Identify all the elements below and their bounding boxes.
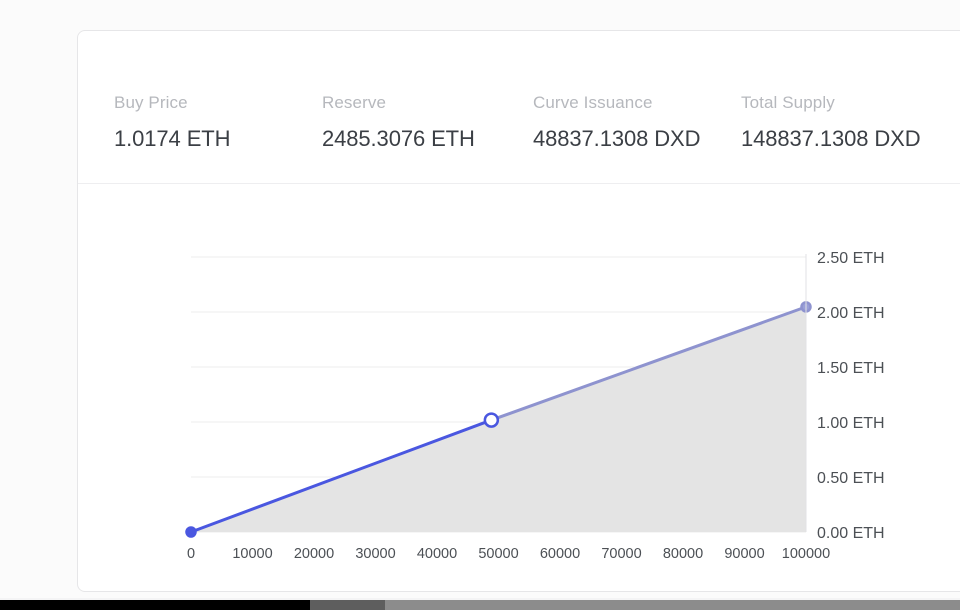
page-viewport: Buy Price 1.0174 ETH Reserve 2485.3076 E… <box>0 0 960 598</box>
stat-buy-price: Buy Price 1.0174 ETH <box>114 93 322 152</box>
chart-yaxis-layer: 0.00 ETH 0.50 ETH 1.00 ETH 1.50 ETH 2.00 ETH… <box>805 250 885 542</box>
x-tick-label-10: 100000 <box>782 546 830 562</box>
stat-total-supply-label: Total Supply <box>741 93 835 112</box>
x-tick-label-7: 70000 <box>601 546 641 562</box>
y-tick-label-3: 1.50 ETH <box>817 360 885 377</box>
horizontal-scroll-thumb[interactable] <box>0 600 310 610</box>
y-tick-label-5: 2.50 ETH <box>817 250 885 267</box>
x-tick-label-6: 60000 <box>540 546 580 562</box>
stat-reserve-label: Reserve <box>322 93 387 112</box>
stat-buy-price-label: Buy Price <box>114 93 188 112</box>
horizontal-scrollbar[interactable] <box>0 598 960 610</box>
stat-curve-issuance-value: 48837.1308 DXD <box>533 126 701 151</box>
y-tick-label-1: 0.50 ETH <box>817 470 885 487</box>
x-tick-label-5: 50000 <box>478 546 518 562</box>
stats-row: Buy Price 1.0174 ETH Reserve 2485.3076 E… <box>78 31 960 183</box>
stat-curve-issuance: Curve Issuance 48837.1308 DXD <box>533 93 741 152</box>
x-tick-label-0: 0 <box>187 546 195 562</box>
chart-xaxis-layer: 0 10000 20000 30000 40000 50000 60000 70000 8000… <box>187 546 830 562</box>
y-tick-label-4: 2.00 ETH <box>817 305 885 322</box>
bonding-curve-chart-svg[interactable]: 0.00 ETH 0.50 ETH 1.00 ETH 1.50 ETH 2.00 ETH… <box>78 184 960 592</box>
stat-reserve: Reserve 2485.3076 ETH <box>322 93 533 152</box>
x-tick-label-9: 90000 <box>724 546 764 562</box>
stat-curve-issuance-label: Curve Issuance <box>533 93 653 112</box>
marker-origin[interactable] <box>185 526 197 538</box>
y-tick-label-0: 0.00 ETH <box>817 525 885 542</box>
stat-total-supply: Total Supply 148837.1308 DXD <box>741 93 960 152</box>
stat-reserve-value: 2485.3076 ETH <box>322 126 475 151</box>
bonding-curve-card: Buy Price 1.0174 ETH Reserve 2485.3076 E… <box>77 30 960 592</box>
x-tick-label-3: 30000 <box>355 546 395 562</box>
stat-total-supply-value: 148837.1308 DXD <box>741 126 921 151</box>
x-tick-label-4: 40000 <box>417 546 457 562</box>
bonding-curve-chart[interactable]: 0.00 ETH 0.50 ETH 1.00 ETH 1.50 ETH 2.00 ETH… <box>78 184 960 592</box>
x-tick-label-8: 80000 <box>663 546 703 562</box>
x-tick-label-2: 20000 <box>294 546 334 562</box>
stat-buy-price-value: 1.0174 ETH <box>114 126 231 151</box>
x-tick-label-1: 10000 <box>232 546 272 562</box>
horizontal-scroll-track-secondary[interactable] <box>310 600 385 610</box>
marker-current-supply[interactable] <box>483 412 500 428</box>
y-tick-label-2: 1.00 ETH <box>817 415 885 432</box>
